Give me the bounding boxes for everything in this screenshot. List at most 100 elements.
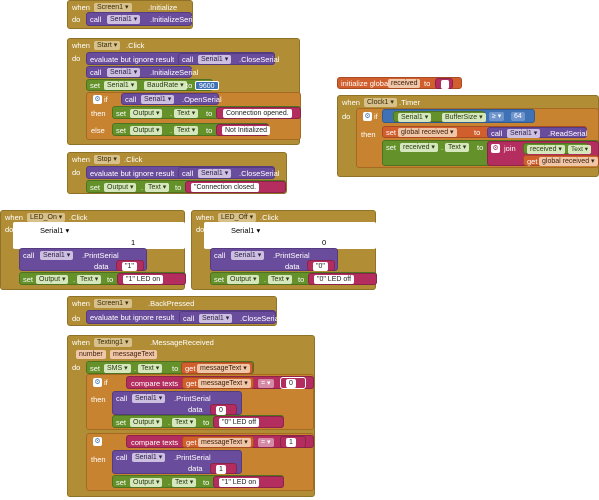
global-dropdown[interactable]: global received bbox=[539, 157, 598, 166]
set-output-text[interactable]: set Output . Text to "1" LED on bbox=[19, 272, 186, 285]
text-literal[interactable]: "1" LED on bbox=[117, 273, 186, 285]
text-value[interactable]: "0" LED off bbox=[219, 418, 260, 427]
param-messagetext[interactable]: messageText bbox=[110, 350, 158, 359]
screen1-dropdown[interactable]: Screen1 bbox=[94, 299, 132, 308]
text-value[interactable]: 0 bbox=[216, 406, 226, 415]
output-dropdown[interactable]: Output bbox=[130, 126, 163, 135]
mutator-gear-icon[interactable]: ⚙ bbox=[363, 112, 372, 121]
serial1-dropdown[interactable]: Serial1 bbox=[40, 251, 74, 260]
text-value[interactable]: 1 bbox=[286, 438, 296, 447]
buffersize-dropdown[interactable]: BufferSize bbox=[442, 113, 486, 122]
text-literal[interactable]: 0 bbox=[280, 377, 306, 389]
compare-math[interactable]: Serial1 BufferSize ≥ 64 bbox=[382, 109, 535, 123]
text-literal[interactable]: "Connection closed. bbox=[185, 181, 286, 193]
print-serial-call[interactable]: call Serial1 .PrintSerial data 1 bbox=[112, 450, 242, 474]
text-literal[interactable]: "0" bbox=[307, 260, 335, 271]
led-on-dropdown[interactable]: LED_On bbox=[27, 213, 66, 222]
serial1-dropdown[interactable]: Serial1 bbox=[107, 15, 141, 24]
text-value[interactable]: 1 bbox=[216, 465, 226, 474]
serial1-dropdown[interactable]: Serial1 bbox=[40, 226, 69, 235]
text-literal[interactable]: 0 bbox=[210, 404, 237, 415]
operator-dropdown[interactable]: = bbox=[258, 379, 274, 388]
serial1-dropdown[interactable]: Serial1 bbox=[507, 129, 541, 138]
global-name-field[interactable]: received bbox=[388, 79, 421, 88]
serial1-dropdown[interactable]: Serial1 bbox=[132, 453, 166, 462]
screen1-initialize-event[interactable]: when Screen1 .Initialize do call Serial1… bbox=[67, 0, 198, 29]
if-message-one[interactable]: ⚙ compare texts get messageText = 1 then… bbox=[86, 433, 314, 491]
close-serial-call[interactable]: call Serial1 .CloseSerial bbox=[179, 311, 280, 324]
text-value[interactable]: "0" LED off bbox=[314, 275, 355, 284]
text-value[interactable]: Not Initialized bbox=[222, 126, 271, 135]
output-dropdown[interactable]: Output bbox=[130, 418, 163, 427]
if-open-serial[interactable]: ⚙ if call Serial1 .OpenSerial then set O… bbox=[86, 92, 301, 140]
received-dropdown[interactable]: received bbox=[400, 143, 438, 152]
text-dropdown[interactable]: Text bbox=[77, 275, 102, 284]
text-literal[interactable]: 1 bbox=[210, 463, 237, 474]
set-baudrate[interactable]: set Serial1 BaudRate to 9600 bbox=[86, 79, 219, 91]
serial1-dropdown[interactable]: Serial1 bbox=[199, 314, 233, 323]
operator-dropdown[interactable]: ≥ bbox=[489, 112, 505, 121]
output-dropdown[interactable]: Output bbox=[130, 109, 163, 118]
if-message-zero[interactable]: ⚙ if compare texts get messageText = 0 t… bbox=[86, 374, 314, 430]
serial1-dropdown[interactable]: Serial1 bbox=[132, 394, 166, 403]
text-literal[interactable]: Connection opened. bbox=[216, 107, 301, 119]
output-dropdown[interactable]: Output bbox=[104, 183, 137, 192]
text-dropdown[interactable]: Text bbox=[174, 109, 199, 118]
get-messagetext[interactable]: get messageText bbox=[181, 362, 253, 374]
set-output-text[interactable]: set Output . Text to Not Initialized bbox=[112, 123, 271, 136]
baudrate-dropdown[interactable]: BaudRate bbox=[144, 81, 187, 90]
global-dropdown[interactable]: global received bbox=[398, 128, 457, 137]
messagetext-dropdown[interactable]: messageText bbox=[198, 438, 251, 447]
screen1-dropdown[interactable]: Screen1 bbox=[94, 3, 132, 12]
texting1-dropdown[interactable]: Texting1 bbox=[94, 338, 132, 347]
initialize-serial-call[interactable]: call Serial1 .InitializeSerial bbox=[86, 66, 198, 78]
text-literal[interactable]: 1 bbox=[280, 436, 306, 448]
text-dropdown[interactable]: Text bbox=[174, 126, 199, 135]
buffer-number[interactable]: 64 bbox=[511, 112, 525, 121]
compare-texts[interactable]: compare texts get messageText = 0 bbox=[126, 376, 314, 389]
text-value[interactable]: Connection opened. bbox=[223, 109, 292, 118]
text-dropdown[interactable]: Text bbox=[138, 364, 163, 373]
messagetext-dropdown[interactable]: messageText bbox=[197, 364, 250, 373]
serial1-dropdown[interactable]: Serial1 bbox=[104, 81, 138, 90]
get-messagetext[interactable]: get messageText bbox=[182, 377, 254, 389]
received-dropdown[interactable]: received bbox=[527, 145, 565, 154]
text-dropdown[interactable]: Text bbox=[145, 183, 170, 192]
text-dropdown[interactable]: Text bbox=[172, 418, 197, 427]
set-sms-text[interactable]: set SMS . Text to get messageText bbox=[86, 361, 254, 374]
serial1-dropdown[interactable]: Serial1 bbox=[231, 226, 260, 235]
text-literal[interactable]: "0" LED off bbox=[308, 273, 377, 285]
get-messagetext[interactable]: get messageText bbox=[182, 436, 254, 448]
text-value[interactable]: 0 bbox=[286, 379, 296, 388]
start-dropdown[interactable]: Start bbox=[94, 41, 121, 50]
serial1-dropdown[interactable]: Serial1 bbox=[231, 251, 265, 260]
mutator-gear-icon[interactable]: ⚙ bbox=[93, 378, 102, 387]
text-dropdown[interactable]: Text bbox=[445, 143, 470, 152]
sms-dropdown[interactable]: SMS bbox=[104, 364, 131, 373]
compare-texts[interactable]: compare texts get messageText = 1 bbox=[126, 435, 314, 448]
set-received-text[interactable]: set received . Text to ⚙ join received T… bbox=[382, 140, 599, 166]
text-literal[interactable]: Not Initialized bbox=[216, 124, 271, 136]
serial1-dropdown[interactable]: Serial1 bbox=[398, 113, 432, 122]
set-output-text[interactable]: set Output . Text to "1" LED on bbox=[112, 475, 284, 488]
open-serial-call[interactable]: call Serial1 .OpenSerial bbox=[121, 93, 222, 105]
evaluate-close-serial[interactable]: evaluate but ignore result call Serial1 … bbox=[86, 52, 279, 65]
back-pressed-event[interactable]: when Screen1 .BackPressed do evaluate bu… bbox=[67, 296, 280, 326]
print-serial-call[interactable]: call Serial1 .PrintSerial data "1" bbox=[19, 248, 147, 271]
clock1-dropdown[interactable]: Clock1 bbox=[364, 98, 397, 107]
output-dropdown[interactable]: Output bbox=[227, 275, 260, 284]
text-dropdown[interactable]: Text bbox=[568, 145, 591, 154]
stop-click-event[interactable]: when Stop .Click do evaluate but ignore … bbox=[67, 152, 287, 194]
text-value[interactable]: "1" LED on bbox=[219, 478, 260, 487]
join-mutator-icon[interactable]: ⚙ bbox=[491, 144, 500, 153]
stop-dropdown[interactable]: Stop bbox=[94, 155, 120, 164]
text-literal[interactable]: "0" LED off bbox=[213, 416, 284, 428]
print-serial-call[interactable]: call Serial1 .PrintSerial data "0" bbox=[210, 248, 338, 271]
text-value[interactable] bbox=[441, 80, 449, 89]
join-block[interactable]: ⚙ join received Text get global received bbox=[487, 141, 599, 166]
serial1-dropdown[interactable]: Serial1 bbox=[198, 55, 232, 64]
serial1-dropdown[interactable]: Serial1 bbox=[141, 95, 175, 104]
serial1-buffersize-getter[interactable]: Serial1 BufferSize bbox=[393, 111, 486, 122]
set-output-text[interactable]: set Output . Text to "0" LED off bbox=[112, 415, 284, 428]
text-value[interactable]: "Connection closed. bbox=[191, 183, 260, 192]
